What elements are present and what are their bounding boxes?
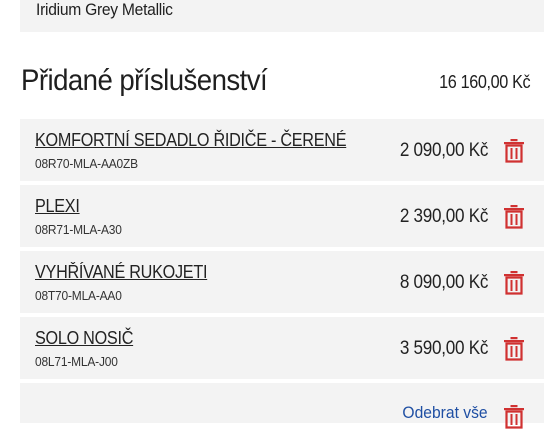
remove-all-link[interactable]: Odebrat vše — [403, 403, 488, 423]
accessory-list: KOMFORTNÍ SEDADLO ŘIDIČE - ČERENÉ 08R70-… — [20, 119, 544, 429]
accessory-row: KOMFORTNÍ SEDADLO ŘIDIČE - ČERENÉ 08R70-… — [20, 119, 544, 181]
accessory-price: 2 090,00 Kč — [399, 140, 489, 161]
accessory-name-link[interactable]: KOMFORTNÍ SEDADLO ŘIDIČE - ČERENÉ — [35, 130, 347, 151]
accessory-price: 2 390,00 Kč — [399, 206, 489, 227]
accessory-code: 08L71-MLA-J00 — [35, 354, 118, 369]
accessory-row: PLEXI 08R71-MLA-A30 2 390,00 Kč — [20, 185, 544, 247]
color-selection-bar: Iridium Grey Metallic — [20, 0, 544, 32]
accessory-row: VYHŘÍVANÉ RUKOJETI 08T70-MLA-AA0 8 090,0… — [20, 251, 544, 313]
accessory-name-link[interactable]: SOLO NOSIČ — [35, 328, 133, 349]
accessory-price: 3 590,00 Kč — [399, 338, 489, 359]
trash-icon[interactable] — [504, 337, 524, 361]
accessory-code: 08R71-MLA-A30 — [35, 222, 122, 237]
trash-icon[interactable] — [504, 271, 524, 295]
accessory-row: SOLO NOSIČ 08L71-MLA-J00 3 590,00 Kč — [20, 317, 544, 379]
accessory-price: 8 090,00 Kč — [399, 272, 489, 293]
remove-all-row: Odebrat vše — [20, 383, 544, 429]
trash-icon[interactable] — [504, 405, 524, 429]
accessory-name-link[interactable]: VYHŘÍVANÉ RUKOJETI — [35, 262, 207, 283]
trash-icon[interactable] — [504, 139, 524, 163]
trash-icon[interactable] — [504, 205, 524, 229]
color-name: Iridium Grey Metallic — [36, 0, 173, 19]
accessory-code: 08T70-MLA-AA0 — [35, 288, 122, 303]
accessory-code: 08R70-MLA-AA0ZB — [35, 156, 138, 171]
section-total: 16 160,00 Kč — [438, 72, 531, 92]
section-title: Přidané příslušenství — [21, 64, 268, 97]
accessory-name-link[interactable]: PLEXI — [35, 196, 80, 217]
